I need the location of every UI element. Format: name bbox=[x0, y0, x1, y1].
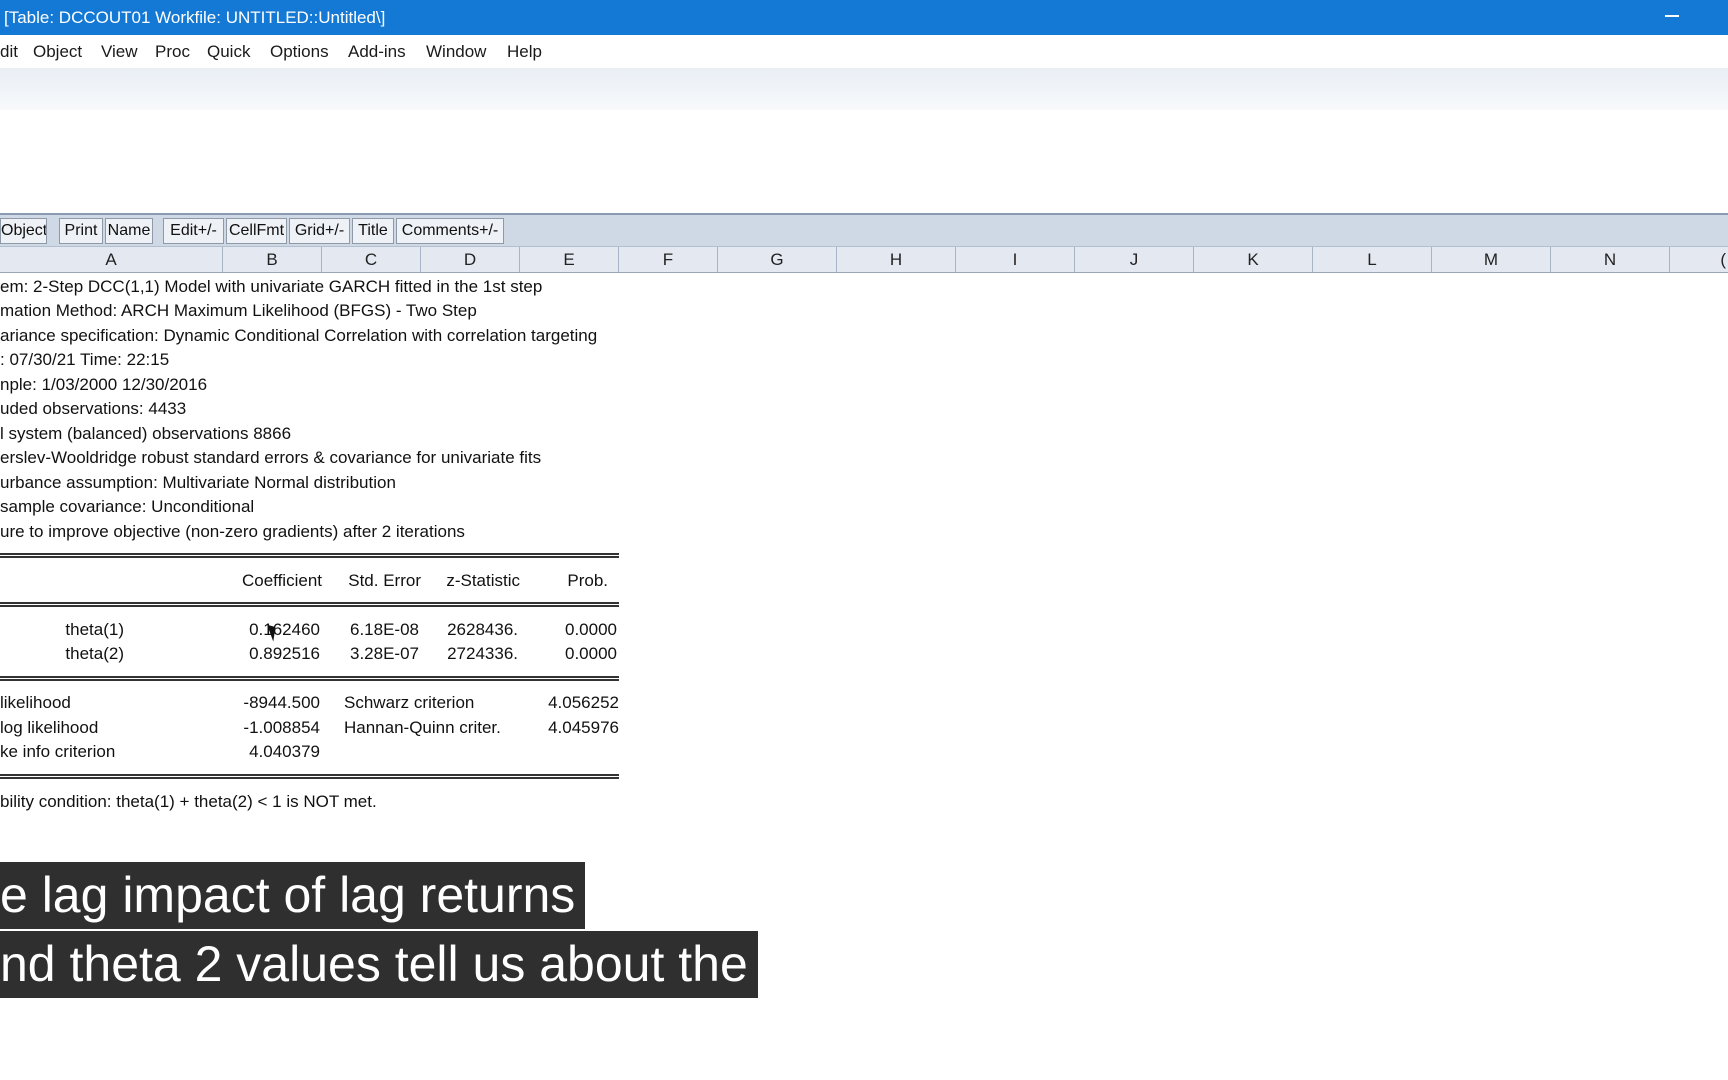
edit-toggle-button[interactable]: Edit+/- bbox=[163, 218, 224, 244]
se-value: 6.18E-08 bbox=[350, 620, 419, 639]
minimize-icon bbox=[1665, 15, 1679, 17]
prob-header: Prob. bbox=[567, 571, 608, 590]
menu-window[interactable]: Window bbox=[426, 42, 486, 62]
column-header[interactable]: E bbox=[520, 247, 619, 272]
stat-label: Schwarz criterion bbox=[344, 693, 475, 712]
output-header-line: erslev-Wooldridge robust standard errors… bbox=[0, 448, 542, 467]
table-divider bbox=[0, 774, 619, 779]
output-header-line: uded observations: 4433 bbox=[0, 399, 187, 418]
toolbar-band bbox=[0, 68, 1728, 110]
minimize-button[interactable] bbox=[1661, 4, 1683, 26]
title-button[interactable]: Title bbox=[352, 218, 394, 244]
grid-toggle-button[interactable]: Grid+/- bbox=[289, 218, 350, 244]
coef-header: Coefficient bbox=[241, 571, 322, 590]
menu-add-ins[interactable]: Add-ins bbox=[348, 42, 406, 62]
cellfmt-button[interactable]: CellFmt bbox=[226, 218, 287, 244]
table-divider bbox=[0, 602, 619, 607]
column-header[interactable]: ( bbox=[1670, 247, 1728, 272]
window-title: [Table: DCCOUT01 Workfile: UNTITLED::Unt… bbox=[4, 8, 386, 27]
table-divider bbox=[0, 553, 619, 558]
stat-label: ke info criterion bbox=[0, 742, 116, 761]
stat-label: log likelihood bbox=[0, 718, 99, 737]
menu-object[interactable]: Object bbox=[33, 42, 82, 62]
column-header[interactable]: L bbox=[1313, 247, 1432, 272]
stat-value: 4.056252 bbox=[548, 693, 619, 712]
stat-value: -1.008854 bbox=[243, 718, 320, 737]
footer-note: bility condition: theta(1) + theta(2) < … bbox=[0, 792, 377, 811]
output-header-line: nple: 1/03/2000 12/30/2016 bbox=[0, 375, 208, 394]
stat-value: -8944.500 bbox=[243, 693, 320, 712]
menu-help[interactable]: Help bbox=[507, 42, 542, 62]
column-header[interactable]: M bbox=[1432, 247, 1551, 272]
prob-value: 0.0000 bbox=[565, 644, 617, 663]
column-header[interactable]: N bbox=[1551, 247, 1670, 272]
column-header[interactable]: B bbox=[223, 247, 322, 272]
table-divider bbox=[0, 676, 619, 681]
menu-options[interactable]: Options bbox=[270, 42, 329, 62]
coef-name: theta(2) bbox=[65, 644, 124, 663]
column-header[interactable]: G bbox=[718, 247, 837, 272]
output-header-line: mation Method: ARCH Maximum Likelihood (… bbox=[0, 301, 477, 320]
column-header[interactable]: H bbox=[837, 247, 956, 272]
zstat-value: 2724336. bbox=[447, 644, 518, 663]
output-header-line: : 07/30/21 Time: 22:15 bbox=[0, 350, 170, 369]
menu-view[interactable]: View bbox=[101, 42, 138, 62]
caption-line: e lag impact of lag returns bbox=[0, 862, 586, 929]
column-header-row: A B C D E F G H I J K L M N ( bbox=[0, 247, 1728, 273]
menu-edit[interactable]: dit bbox=[0, 42, 18, 62]
zstat-header: z-Statistic bbox=[446, 571, 520, 590]
stat-label: Hannan-Quinn criter. bbox=[344, 718, 501, 737]
object-button[interactable]: Object bbox=[0, 218, 47, 244]
se-header: Std. Error bbox=[348, 571, 421, 590]
column-header[interactable]: K bbox=[1194, 247, 1313, 272]
output-header-line: em: 2-Step DCC(1,1) Model with univariat… bbox=[0, 277, 543, 296]
se-value: 3.28E-07 bbox=[350, 644, 419, 663]
output-header-line: urbance assumption: Multivariate Normal … bbox=[0, 473, 396, 492]
column-header[interactable]: A bbox=[0, 247, 223, 272]
output-header-line: sample covariance: Unconditional bbox=[0, 497, 255, 516]
column-header[interactable]: C bbox=[322, 247, 421, 272]
comments-toggle-button[interactable]: Comments+/- bbox=[396, 218, 504, 244]
stat-label: likelihood bbox=[0, 693, 71, 712]
coef-value: 0.892516 bbox=[249, 644, 320, 663]
output-header-line: l system (balanced) observations 8866 bbox=[0, 424, 292, 443]
name-button[interactable]: Name bbox=[105, 218, 153, 244]
caption-line: nd theta 2 values tell us about the bbox=[0, 931, 758, 998]
menu-proc[interactable]: Proc bbox=[155, 42, 190, 62]
table-toolbar: Object Print Name Edit+/- CellFmt Grid+/… bbox=[0, 213, 1728, 247]
column-header[interactable]: I bbox=[956, 247, 1075, 272]
column-header[interactable]: J bbox=[1075, 247, 1194, 272]
menu-bar: dit Object View Proc Quick Options Add-i… bbox=[0, 35, 1728, 68]
zstat-value: 2628436. bbox=[447, 620, 518, 639]
title-bar: [Table: DCCOUT01 Workfile: UNTITLED::Unt… bbox=[0, 0, 1728, 35]
coef-name: theta(1) bbox=[65, 620, 124, 639]
prob-value: 0.0000 bbox=[565, 620, 617, 639]
print-button[interactable]: Print bbox=[59, 218, 103, 244]
column-header[interactable]: D bbox=[421, 247, 520, 272]
stat-value: 4.040379 bbox=[249, 742, 320, 761]
column-header[interactable]: F bbox=[619, 247, 718, 272]
stat-value: 4.045976 bbox=[548, 718, 619, 737]
menu-quick[interactable]: Quick bbox=[207, 42, 250, 62]
output-header-line: ariance specification: Dynamic Condition… bbox=[0, 326, 598, 345]
output-header-line: ure to improve objective (non-zero gradi… bbox=[0, 522, 465, 541]
